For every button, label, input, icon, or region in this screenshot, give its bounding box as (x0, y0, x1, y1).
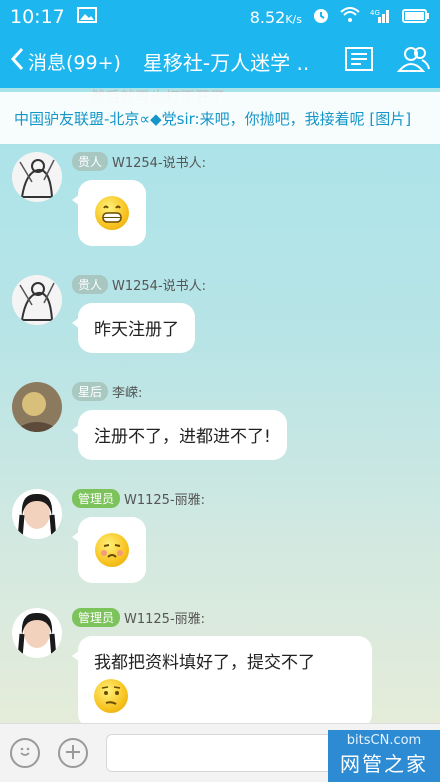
smiley-icon (16, 741, 34, 766)
message-text: 注册不了，进都进不了! (94, 427, 271, 447)
network-speed: 8.52K/s (249, 7, 302, 27)
status-badge: 贵人 (72, 152, 109, 171)
avatar[interactable] (12, 152, 62, 202)
pinned-message-text: 中国驴友联盟-北京∝◆党sir:来吧，你抛吧，我接着呢 [图片] (14, 109, 412, 128)
pout-emoji-icon (95, 533, 129, 567)
svg-text:4G: 4G (370, 9, 380, 17)
message-bubble[interactable]: 注册不了，进都进不了! (72, 410, 287, 460)
grin-emoji-icon (95, 196, 129, 230)
message-bubble[interactable] (72, 517, 146, 583)
wifi-icon (340, 7, 360, 27)
admin-badge: 管理员 (72, 489, 121, 508)
sender-row: 管理员 W1125-丽雅: (72, 489, 205, 508)
message-text: 昨天注册了 (94, 320, 179, 340)
chat-area[interactable]: 然后就再也打不开了 中国驴友联盟-北京∝◆党sir:来吧，你抛吧，我接着呢 [图… (0, 88, 440, 723)
status-badge: 星后 (72, 382, 109, 401)
avatar[interactable] (12, 489, 62, 539)
nav-bar: 消息(99+) 星移社-万人迷学 .. (0, 34, 440, 88)
sender-name: W1125-丽雅: (124, 612, 206, 627)
signal-icon: 4G (370, 7, 392, 27)
sender-row: 贵人 W1254-说书人: (72, 275, 206, 294)
confused-emoji-icon (94, 679, 128, 713)
battery-icon (402, 8, 430, 27)
admin-badge: 管理员 (72, 608, 121, 627)
add-button[interactable] (58, 738, 88, 768)
message-bubble[interactable] (72, 180, 146, 246)
watermark-site: bitsCN.com (346, 733, 422, 748)
watermark-name: 网管之家 (340, 752, 428, 776)
emoji-button[interactable] (10, 738, 40, 768)
sender-row: 管理员 W1125-丽雅: (72, 608, 205, 627)
document-icon[interactable] (344, 46, 374, 76)
plus-icon (65, 741, 81, 766)
page-title: 星移社-万人迷学 .. (142, 50, 310, 75)
sender-name: W1125-丽雅: (124, 493, 206, 508)
chevron-left-icon (10, 47, 24, 76)
message-bubble[interactable]: 昨天注册了 (72, 303, 195, 353)
image-icon (76, 6, 97, 28)
sender-row: 贵人 W1254-说书人: (72, 152, 206, 171)
clock: 10:17 (10, 6, 65, 28)
group-icon[interactable] (396, 45, 430, 77)
message-bubble[interactable]: 我都把资料填好了，提交不了 (72, 636, 372, 723)
sender-name: 李嵘: (112, 386, 143, 401)
sender-name: W1254-说书人: (112, 156, 207, 171)
avatar[interactable] (12, 608, 62, 658)
avatar[interactable] (12, 382, 62, 432)
status-badge: 贵人 (72, 275, 109, 294)
pinned-message-banner[interactable]: 中国驴友联盟-北京∝◆党sir:来吧，你抛吧，我接着呢 [图片] (0, 92, 440, 144)
watermark: bitsCN.com 网管之家 (328, 730, 440, 782)
back-button[interactable]: 消息(99+) (10, 47, 121, 76)
sender-row: 星后 李嵘: (72, 382, 142, 401)
status-bar: 10:17 8.52K/s 4G (0, 0, 440, 34)
alarm-icon (312, 6, 330, 28)
message-text: 我都把资料填好了，提交不了 (94, 653, 315, 673)
back-label: 消息(99+) (28, 51, 121, 74)
sender-name: W1254-说书人: (112, 279, 207, 294)
avatar[interactable] (12, 275, 62, 325)
